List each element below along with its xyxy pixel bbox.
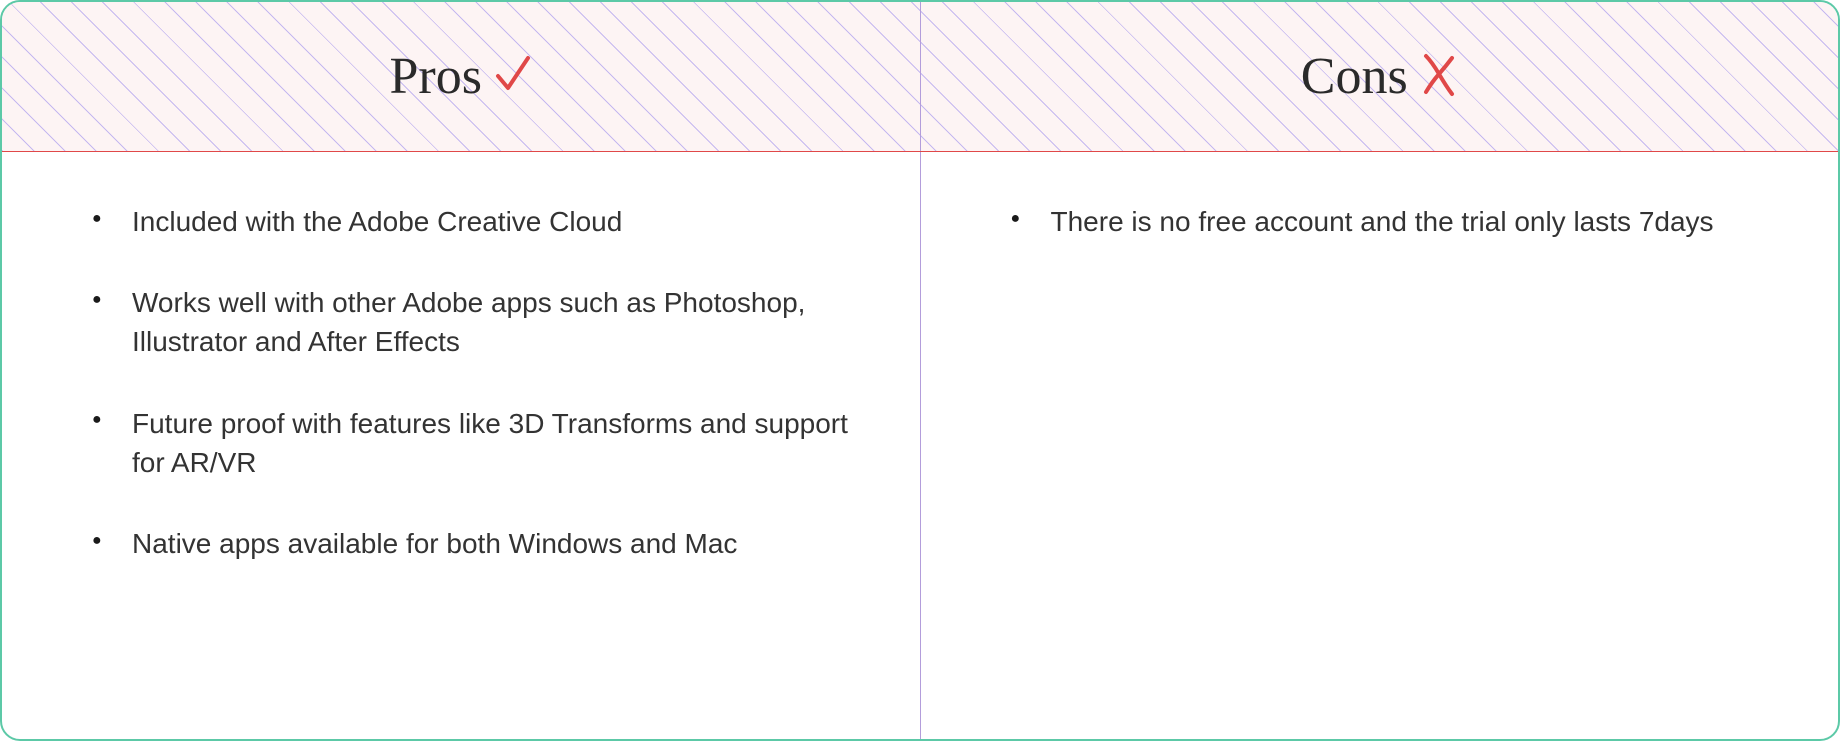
cons-list: There is no free account and the trial o… [1011,202,1769,241]
table-headers: Pros Cons [2,2,1838,152]
pros-list: Included with the Adobe Creative Cloud W… [92,202,850,563]
list-item: Works well with other Adobe apps such as… [92,283,850,361]
table-content: Included with the Adobe Creative Cloud W… [2,152,1838,739]
check-icon [494,52,532,101]
list-item: Future proof with features like 3D Trans… [92,404,850,482]
list-item: Native apps available for both Windows a… [92,524,850,563]
pros-title: Pros [390,47,482,106]
x-icon [1420,50,1458,103]
list-item: Included with the Adobe Creative Cloud [92,202,850,241]
list-item: There is no free account and the trial o… [1011,202,1769,241]
cons-title: Cons [1301,47,1408,106]
pros-content: Included with the Adobe Creative Cloud W… [2,152,921,739]
pros-header: Pros [2,2,921,151]
cons-content: There is no free account and the trial o… [921,152,1839,739]
pros-cons-table: Pros Cons Included with the Adobe Creati… [0,0,1840,741]
cons-header: Cons [921,2,1839,151]
